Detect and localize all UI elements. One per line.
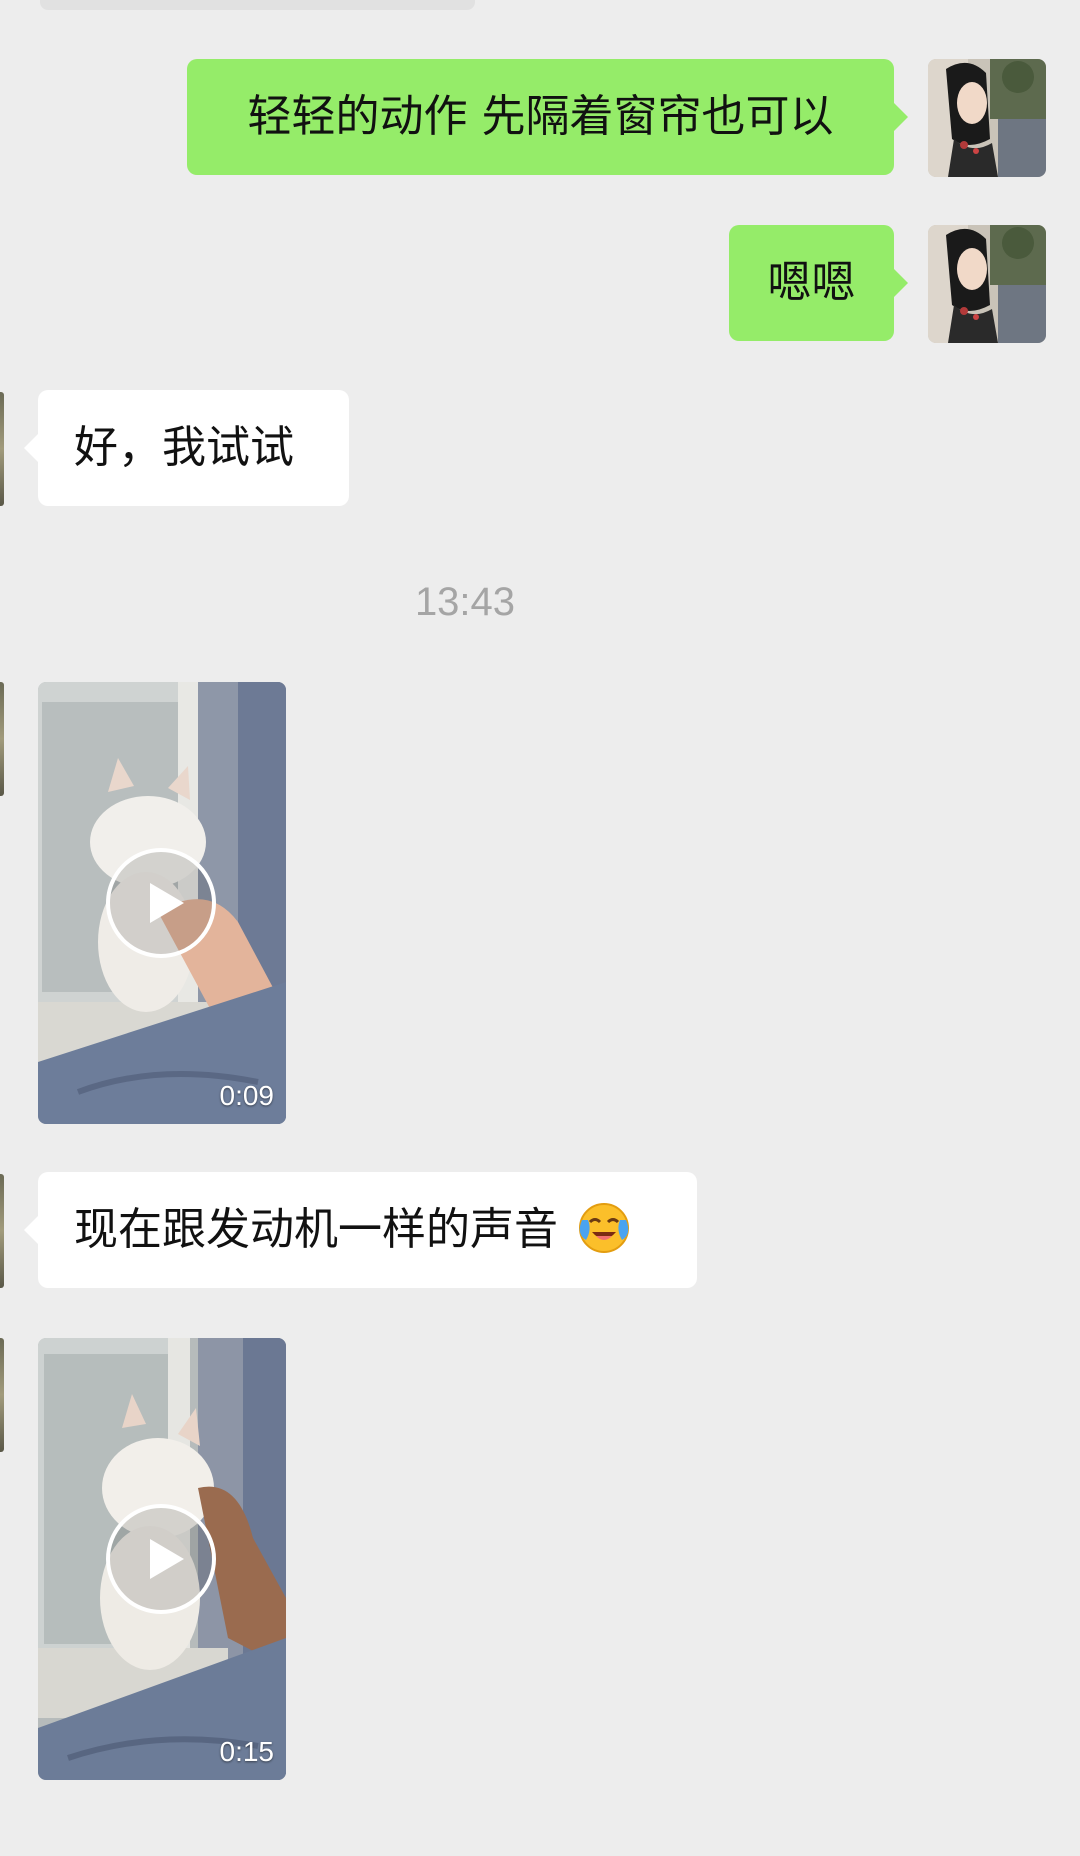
play-button[interactable]: [106, 1504, 216, 1614]
avatar-me[interactable]: [928, 59, 1046, 177]
play-button[interactable]: [106, 848, 216, 958]
message-text: 现在跟发动机一样的声音: [74, 1204, 558, 1255]
avatar-photo: [928, 59, 1046, 177]
video-message[interactable]: 0:09: [38, 682, 286, 1124]
message-text: 好，我试试: [74, 422, 294, 473]
message-text: 嗯嗯: [767, 257, 856, 308]
video-duration: 0:09: [219, 1080, 275, 1111]
message-bubble-outgoing[interactable]: 嗯嗯: [729, 225, 908, 341]
play-icon: [150, 1539, 184, 1579]
face-with-tears-of-joy-icon: [579, 1203, 629, 1253]
avatar-other[interactable]: [0, 1174, 4, 1288]
message-bubble-incoming[interactable]: 现在跟发动机一样的声音: [24, 1172, 697, 1288]
previous-message-edge: [40, 0, 475, 10]
message-bubble-outgoing[interactable]: 轻轻的动作 先隔着窗帘也可以: [187, 59, 908, 175]
play-icon: [150, 883, 184, 923]
avatar-photo: [928, 225, 1046, 343]
message-text: 轻轻的动作 先隔着窗帘也可以: [247, 91, 834, 142]
message-bubble-incoming[interactable]: 好，我试试: [24, 390, 349, 506]
video-message[interactable]: 0:15: [38, 1338, 286, 1780]
video-duration: 0:15: [219, 1736, 275, 1767]
avatar-me[interactable]: [928, 225, 1046, 343]
avatar-other[interactable]: [0, 682, 4, 796]
chat-timestamp: 13:43: [414, 580, 516, 624]
avatar-other[interactable]: [0, 1338, 4, 1452]
avatar-other[interactable]: [0, 392, 4, 506]
